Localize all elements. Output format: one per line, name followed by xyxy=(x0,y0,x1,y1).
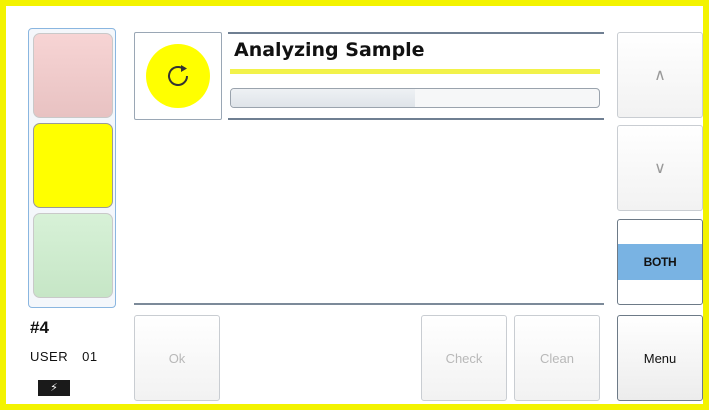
green-status-light xyxy=(33,213,113,298)
battery-icon: ⚡ xyxy=(38,380,70,396)
user-label: USER xyxy=(30,349,69,364)
progress-bar xyxy=(230,88,600,108)
battery-charge-glyph: ⚡ xyxy=(50,382,58,394)
scroll-down-button[interactable]: ∨ xyxy=(617,125,703,211)
content-bottom-divider xyxy=(134,303,604,305)
status-mid-divider xyxy=(228,118,604,120)
refresh-icon xyxy=(146,44,210,108)
red-status-light xyxy=(33,33,113,118)
clean-button[interactable]: Clean xyxy=(514,315,600,401)
ok-button[interactable]: Ok xyxy=(134,315,220,401)
scroll-up-button[interactable]: ∧ xyxy=(617,32,703,118)
status-top-divider xyxy=(228,32,604,34)
status-title: Analyzing Sample xyxy=(234,39,425,61)
check-button[interactable]: Check xyxy=(421,315,507,401)
both-label: BOTH xyxy=(618,244,702,280)
yellow-status-light xyxy=(33,123,113,208)
unit-number: #4 xyxy=(30,318,49,337)
both-toggle-button[interactable]: BOTH xyxy=(617,219,703,305)
status-color-bar xyxy=(230,69,600,74)
progress-fill xyxy=(231,89,415,107)
user-id: 01 xyxy=(82,349,98,364)
status-icon-box xyxy=(134,32,222,120)
device-screen: #4 USER 01 ⚡ Analyzing Sample ∧ ∨ BOTH Ok… xyxy=(0,0,709,410)
menu-button[interactable]: Menu xyxy=(617,315,703,401)
status-light-column xyxy=(28,28,116,308)
user-info: USER 01 xyxy=(30,349,98,364)
